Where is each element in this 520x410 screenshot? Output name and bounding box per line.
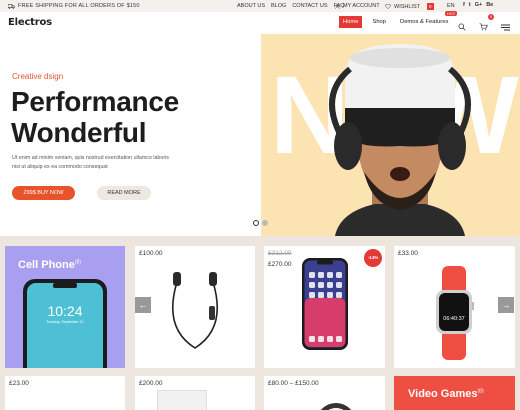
truck-icon: [8, 3, 15, 9]
promo-cell-phone-label: Cell Phone: [18, 259, 75, 271]
read-more-button[interactable]: READ MORE: [97, 186, 151, 200]
main-header: Electros Home Shop Demos & Features HOT …: [0, 11, 520, 34]
slider-dots: [253, 220, 268, 226]
buy-now-button[interactable]: 299$ BUY NOW: [12, 186, 75, 200]
promo-video-games-count: (8): [477, 388, 484, 395]
product-price: £23.00: [9, 380, 29, 387]
hero-title-line2: Wonderful: [11, 117, 147, 148]
iphone-image: [302, 258, 348, 350]
promo-video-games-label: Video Games: [408, 388, 478, 400]
nav-shop[interactable]: Shop: [368, 16, 390, 28]
google-plus-icon[interactable]: G+: [475, 2, 483, 8]
heart-icon: [385, 4, 391, 9]
slider-dot-2[interactable]: [262, 220, 268, 226]
site-logo[interactable]: Electros: [8, 17, 52, 28]
hot-badge: HOT: [444, 11, 458, 16]
shipping-notice: FREE SHIPPING FOR ALL ORDERS OF $150: [8, 3, 140, 9]
product-old-price: £312.00: [268, 250, 292, 257]
top-links: ABOUT US BLOG CONTACT US FAQ: [237, 3, 345, 9]
earphones-image: [171, 272, 219, 349]
hero-title: Performance Wonderful: [11, 86, 179, 148]
wishlist-link[interactable]: WISHLIST 0: [385, 3, 434, 10]
product-price: £100.00: [139, 250, 163, 257]
my-account-link[interactable]: MY ACCOUNT: [335, 3, 380, 9]
product-card-row2-1[interactable]: £23.00: [5, 376, 125, 410]
products-section: Cell Phone(8) 10:24 Tuesday, September 1…: [0, 236, 520, 410]
behance-icon[interactable]: Be: [486, 2, 493, 8]
product-card-row2-3[interactable]: £80.00 – £150.00: [264, 376, 385, 410]
wishlist-count-badge: 0: [426, 3, 434, 10]
hero-slider: NEW Creative dsign PerformanceWonderful …: [0, 34, 520, 236]
promo-video-games-title: Video Games(8): [408, 388, 484, 400]
hero-eyebrow: Creative dsign: [12, 72, 64, 81]
menu-icon[interactable]: [501, 24, 510, 31]
search-icon[interactable]: [458, 23, 466, 31]
user-icon: [335, 3, 340, 9]
social-links: f t G+ Be: [463, 2, 493, 8]
sale-badge: -14%: [364, 249, 382, 267]
twitter-icon[interactable]: t: [469, 2, 471, 8]
hero-description: Ut enim ad minim veniam, quis nostrud ex…: [12, 155, 169, 170]
product-price-group: £312.00 £270.00: [268, 250, 292, 268]
smartwatch-image: [436, 266, 474, 360]
phone-lockscreen-time: 10:24: [47, 303, 83, 319]
nav-demos-features[interactable]: Demos & Features HOT: [396, 11, 458, 28]
watch-time: 06:40:37: [443, 316, 465, 322]
product-card-earphones[interactable]: £100.00: [135, 246, 255, 368]
hero-title-line1: Performance: [11, 86, 179, 117]
my-account-label: MY ACCOUNT: [343, 3, 380, 9]
cart-icon: [479, 23, 488, 31]
carousel-next-button[interactable]: →: [498, 297, 514, 313]
vr-headset-man-image: [329, 44, 471, 236]
nav-home[interactable]: Home: [339, 16, 363, 28]
carousel-prev-button[interactable]: ←: [135, 297, 151, 313]
contact-us-link[interactable]: CONTACT US: [292, 3, 327, 9]
slider-dot-1[interactable]: [253, 220, 259, 226]
promo-cell-phone[interactable]: Cell Phone(8) 10:24 Tuesday, September 1…: [5, 246, 125, 368]
promo-video-games[interactable]: Video Games(8): [394, 376, 515, 410]
promo-cell-phone-count: (8): [74, 259, 81, 266]
product-card-watch[interactable]: £33.00 06:40:37: [394, 246, 515, 368]
headphones-image: [316, 403, 356, 410]
promo-cell-phone-title: Cell Phone(8): [18, 259, 81, 271]
blog-link[interactable]: BLOG: [271, 3, 286, 9]
cart-count-badge: 0: [488, 14, 494, 20]
product-price: £33.00: [398, 250, 418, 257]
language-selector[interactable]: EN: [447, 3, 455, 9]
nav-demos-label: Demos & Features: [400, 19, 449, 25]
product-price: £80.00 – £150.00: [268, 380, 319, 387]
top-bar: FREE SHIPPING FOR ALL ORDERS OF $150 ABO…: [0, 0, 520, 12]
facebook-icon[interactable]: f: [463, 2, 465, 8]
wishlist-label: WISHLIST: [394, 3, 420, 10]
product-price: £270.00: [268, 261, 292, 268]
phone-lockscreen-date: Tuesday, September 12: [46, 320, 84, 324]
console-image: [157, 390, 207, 410]
product-price: £200.00: [139, 380, 163, 387]
main-nav: Home Shop Demos & Features HOT: [339, 11, 458, 28]
shipping-text: FREE SHIPPING FOR ALL ORDERS OF $150: [18, 3, 140, 9]
product-card-iphone[interactable]: £312.00 £270.00 -14%: [264, 246, 385, 368]
product-card-row2-2[interactable]: £200.00: [135, 376, 255, 410]
about-us-link[interactable]: ABOUT US: [237, 3, 265, 9]
